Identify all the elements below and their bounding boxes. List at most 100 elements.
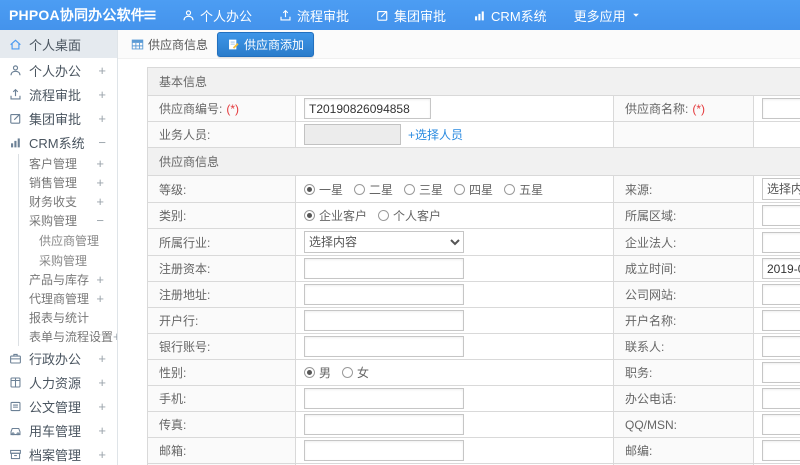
office-phone-input[interactable] [762,388,800,409]
sidebar-item-sales-mgmt[interactable]: 销售管理 + [18,173,117,192]
gender-option-2[interactable]: 女 [342,364,369,381]
field-label-text: 来源: [625,182,653,197]
radio-icon[interactable] [404,183,416,195]
sidebar-item-crm-system[interactable]: CRM系统 − [0,130,117,154]
fax-label: 传真: [147,411,296,438]
expand-toggle-icon[interactable]: + [98,447,117,462]
header-nav: 个人办公 流程审批 集团审批 CRM系统 更多应用 [182,6,641,25]
sidebar-item-archive-mgmt[interactable]: 档案管理 + [0,442,117,465]
position-input[interactable] [762,362,800,383]
sidebar-item-document-mgmt[interactable]: 公文管理 + [0,394,117,418]
expand-toggle-icon[interactable]: + [98,351,117,366]
expand-toggle-icon[interactable]: + [98,63,117,78]
registered-capital-input[interactable] [304,258,464,279]
sidebar-item-vehicle-mgmt[interactable]: 用车管理 + [0,418,117,442]
expand-toggle-icon[interactable]: + [98,423,117,438]
sidebar-item-agent-mgmt[interactable]: 代理商管理 + [18,289,117,308]
sidebar-item-personal-office[interactable]: 个人办公 + [0,58,117,82]
sidebar-item-label: 公文管理 [29,399,82,415]
postcode-input[interactable] [762,440,800,461]
nav-item-label: 流程审批 [297,8,350,24]
sidebar-item-admin-office[interactable]: 行政办公 + [0,346,117,370]
category-option-1[interactable]: 企业客户 [304,207,367,224]
nav-item-workflow-approval[interactable]: 流程审批 [279,6,349,25]
sidebar-item-customer-mgmt[interactable]: 客户管理 + [18,154,117,173]
nav-item-crm-system[interactable]: CRM系统 [473,6,547,25]
account-name-input[interactable] [762,310,800,331]
expand-toggle-icon[interactable]: + [96,194,117,209]
radio-icon[interactable] [504,183,516,195]
nav-item-personal-office[interactable]: 个人办公 [182,6,252,25]
radio-label: 三星 [419,182,444,197]
expand-toggle-icon[interactable]: + [98,87,117,102]
category-option-2[interactable]: 个人客户 [378,207,441,224]
sidebar-item-personal-desktop[interactable]: 个人桌面 [0,30,117,58]
sidebar-item-supplier-mgmt[interactable]: 供应商管理 [18,230,117,250]
expand-toggle-icon[interactable]: + [98,375,117,390]
mobile-input[interactable] [304,388,464,409]
level-option-5[interactable]: 五星 [504,181,543,198]
level-option-3[interactable]: 三星 [404,181,443,198]
sidebar-item-purchase-mgmt-sub[interactable]: 采购管理 [18,250,117,270]
sidebar-item-label: 行政办公 [29,351,82,367]
expand-toggle-icon[interactable]: + [98,111,117,126]
menu-toggle-icon[interactable] [142,7,158,23]
business-staff-picker-link[interactable]: +选择人员 [408,128,463,142]
source-select[interactable]: 选择内容 [762,178,800,200]
supplier-code-input[interactable] [304,98,431,119]
sidebar-item-purchase-mgmt[interactable]: 采购管理 − [18,211,117,230]
registered-address-label: 注册地址: [147,281,296,308]
level-option-2[interactable]: 二星 [354,181,393,198]
company-website-input[interactable] [762,284,800,305]
expand-toggle-icon[interactable]: + [96,272,117,287]
field-label-text: 职务: [625,366,653,380]
email-input[interactable] [304,440,464,461]
expand-toggle-icon[interactable]: + [96,175,117,190]
business-staff-input[interactable] [304,124,401,145]
expand-toggle-icon[interactable]: + [96,156,117,171]
radio-icon[interactable] [342,367,354,378]
legal-person-label: 企业法人: [613,228,754,256]
bank-account-input[interactable] [304,336,464,357]
fax-input[interactable] [304,414,464,435]
qq-msn-input[interactable] [762,414,800,435]
region-input[interactable] [762,205,800,226]
bank-branch-input[interactable] [304,310,464,331]
sidebar-item-group-approval[interactable]: 集团审批 + [0,106,117,130]
level-option-4[interactable]: 四星 [454,181,493,198]
sidebar-item-form-flow-settings[interactable]: 表单与流程设置+ [18,327,117,346]
founded-date-input[interactable] [762,258,800,279]
tab-supplier-add[interactable]: 供应商添加 [217,31,315,57]
supplier-name-input[interactable] [762,98,800,119]
legal-person-input[interactable] [762,231,800,253]
field-label-text: 成立时间: [625,262,677,276]
expand-toggle-icon[interactable]: + [98,399,117,414]
field-label-text: 办公电话: [625,392,677,406]
level-option-1[interactable]: 一星 [304,181,343,198]
expand-toggle-icon[interactable]: + [96,291,117,306]
sidebar-item-finance-mgmt[interactable]: 财务收支 + [18,192,117,211]
radio-icon[interactable] [304,210,315,221]
sidebar-item-human-resources[interactable]: 人力资源 + [0,370,117,394]
sidebar-item-label: 财务收支 [29,195,78,209]
industry-select[interactable]: 选择内容 [304,231,464,253]
radio-icon[interactable] [354,183,366,195]
gender-field-cell: 男女 [295,359,614,386]
sidebar-item-product-inventory[interactable]: 产品与库存 + [18,270,117,289]
expand-toggle-icon[interactable]: − [96,213,117,228]
gender-option-1[interactable]: 男 [304,364,331,381]
caret-down-icon [631,10,641,20]
nav-item-group-approval[interactable]: 集团审批 [376,6,446,25]
expand-toggle-icon[interactable]: − [98,135,117,150]
radio-icon[interactable] [378,210,390,221]
radio-icon[interactable] [304,367,315,378]
tab-supplier-info[interactable]: 供应商信息 [131,36,208,53]
radio-icon[interactable] [304,183,315,195]
sidebar-item-workflow-approval[interactable]: 流程审批 + [0,82,117,106]
radio-icon[interactable] [454,183,466,195]
office-phone-field-cell [752,385,800,412]
nav-item-more-apps[interactable]: 更多应用 [574,6,641,25]
contact-person-input[interactable] [762,336,800,357]
registered-address-input[interactable] [304,284,464,305]
sidebar-item-reports-stats[interactable]: 报表与统计 [18,308,117,327]
